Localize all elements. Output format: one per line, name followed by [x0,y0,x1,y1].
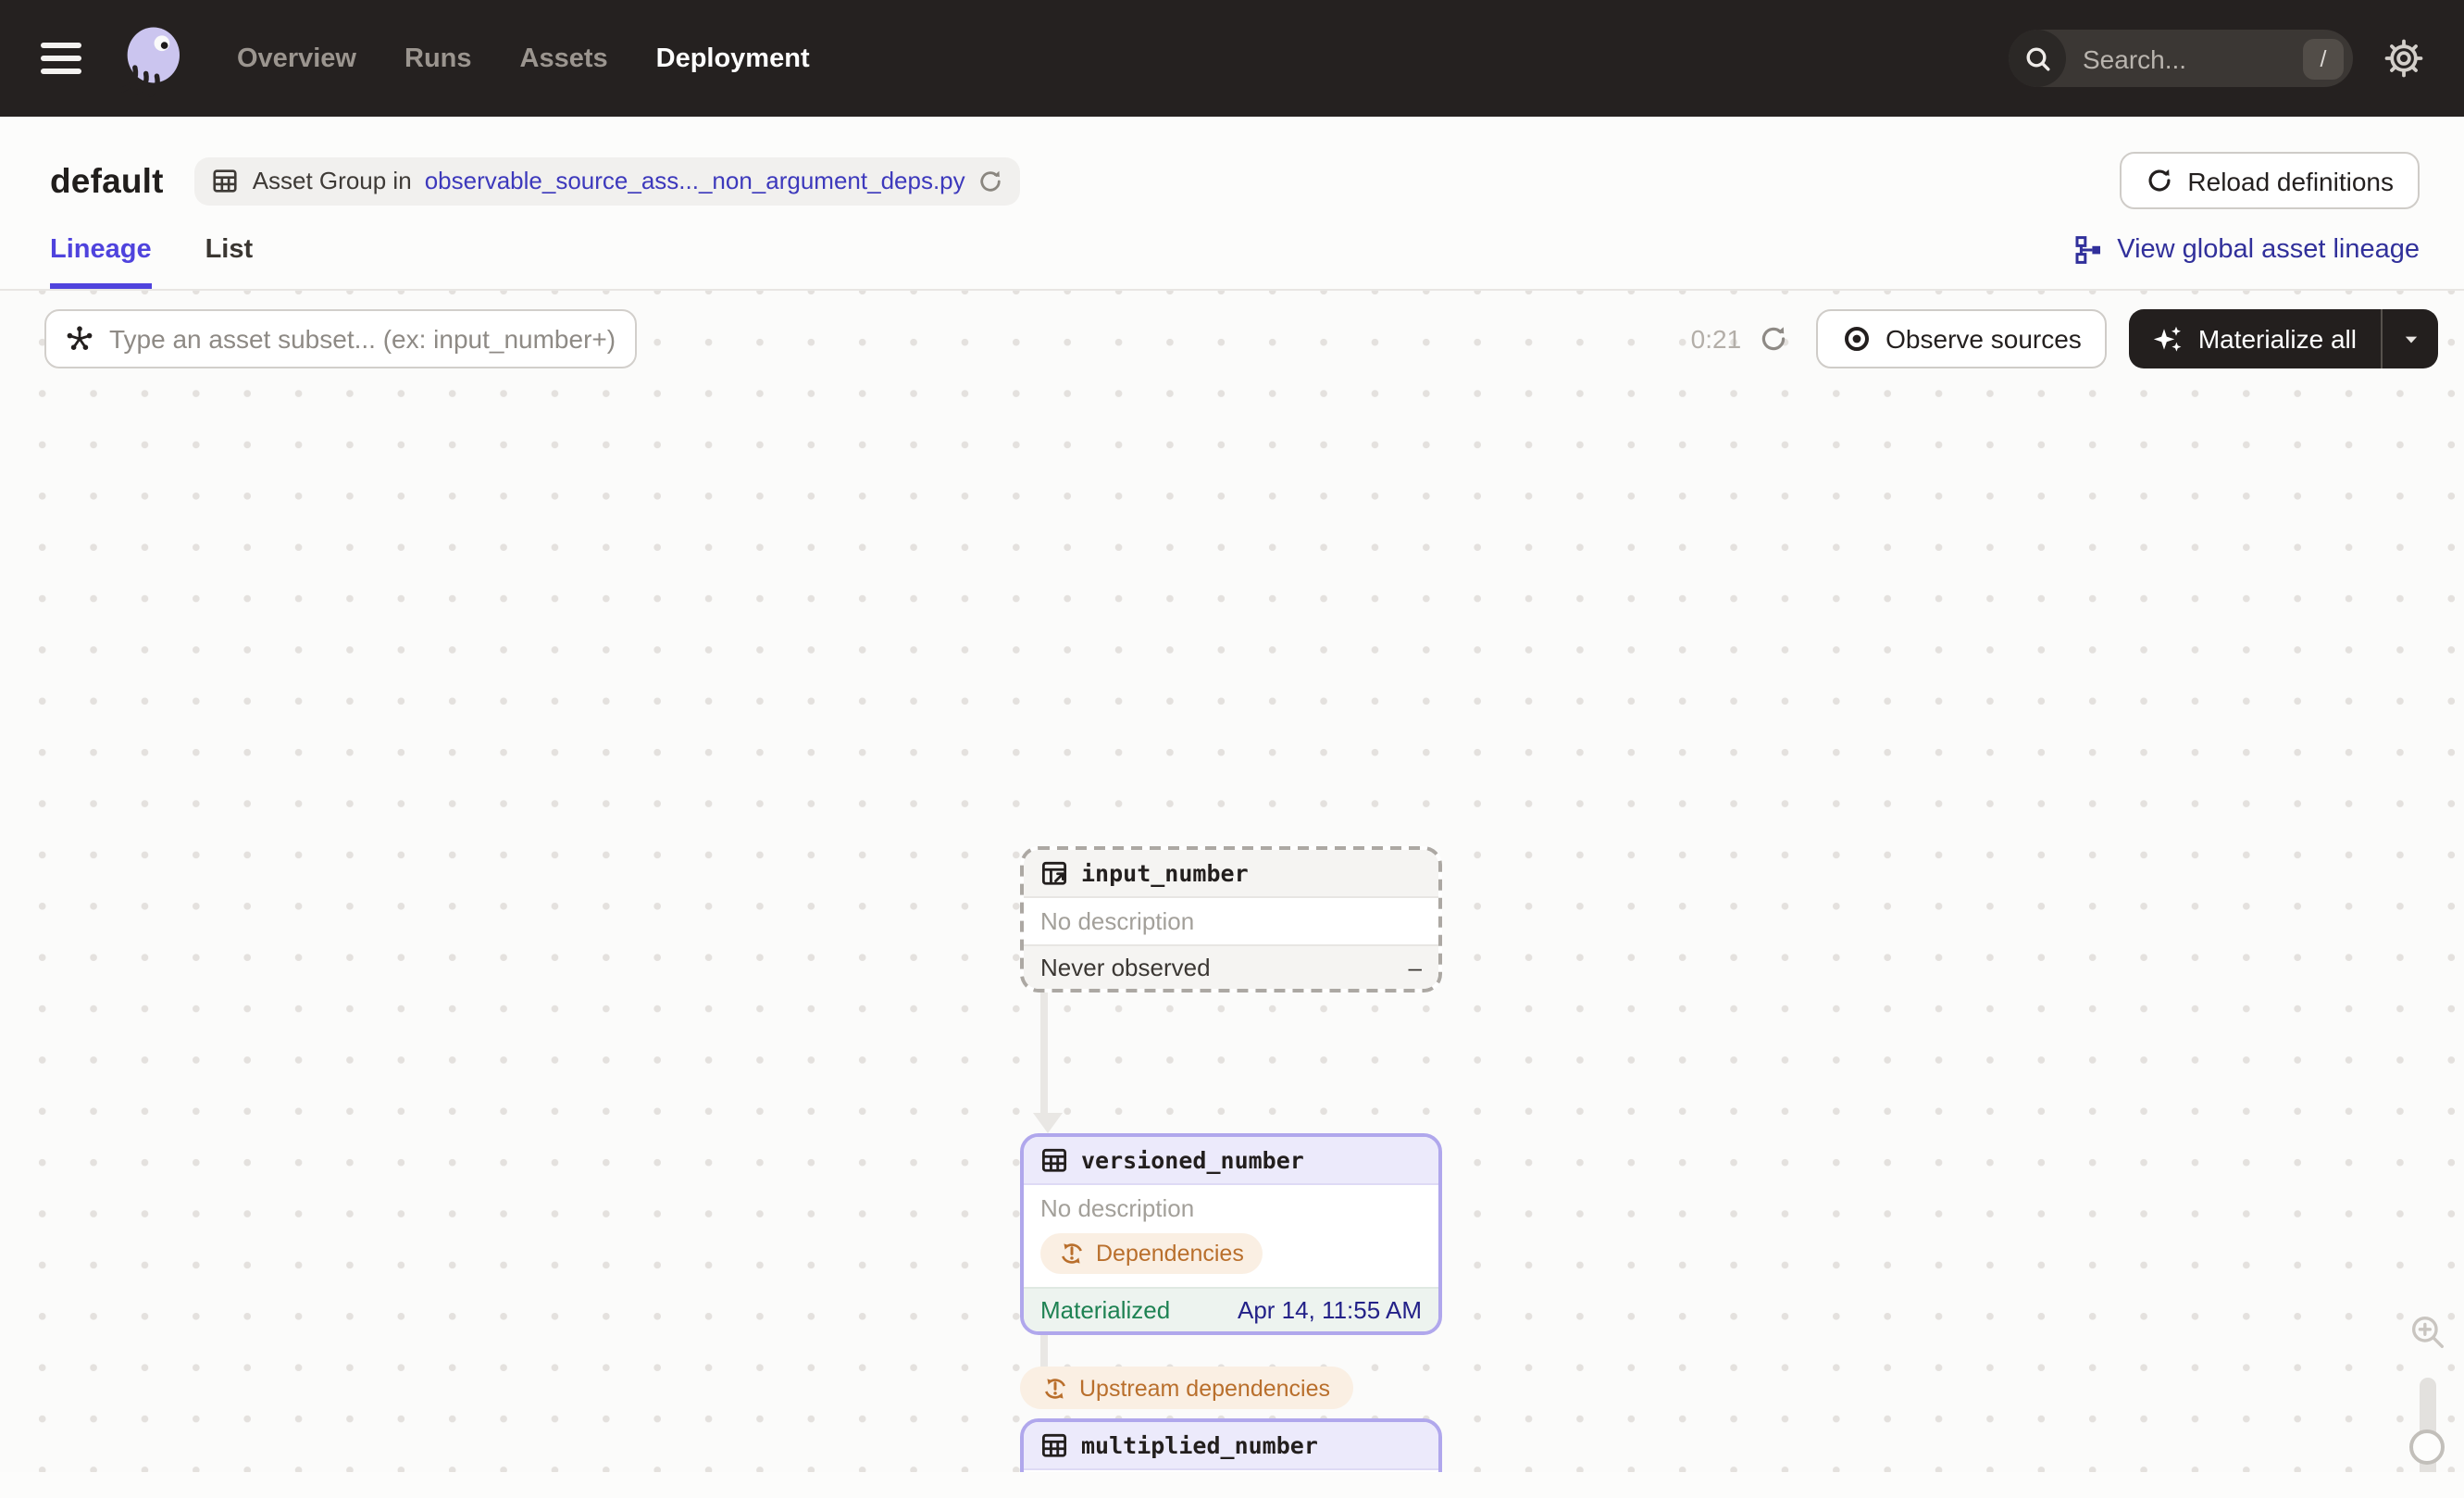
asset-filter-icon [67,326,93,350]
changed-dependencies-icon [1061,1243,1083,1264]
sparkle-icon [2154,326,2183,352]
asset-group-icon [214,169,238,193]
materialize-options-dropdown[interactable] [2383,309,2438,368]
asset-group-badge: Asset Group in observable_source_ass..._… [194,156,1021,205]
graph-toolbar: 0:21 Observe sources [44,309,2438,368]
gear-icon[interactable] [2384,39,2423,78]
view-global-asset-lineage-link[interactable]: View global asset lineage [2072,235,2420,289]
asset-node-multiplied-number[interactable]: multiplied_number No description Materia… [1020,1418,1442,1472]
zoom-in-icon[interactable] [2408,1313,2446,1352]
upstream-dependencies-badge[interactable]: Upstream dependencies [1020,1367,1352,1409]
refresh-timer: 0:21 [1691,324,1788,354]
search-icon [2009,30,2066,87]
edge-input-to-versioned [1040,981,1048,1115]
materialize-all-button[interactable]: Materialize all [2130,309,2381,368]
edge-arrowhead [1033,1113,1063,1133]
tab-lineage[interactable]: Lineage [50,235,152,289]
asset-node-versioned-number[interactable]: versioned_number No description Dependen… [1020,1133,1442,1335]
dagster-logo[interactable] [115,19,189,97]
asset-subset-input[interactable] [109,324,635,354]
asset-group-file-link[interactable]: observable_source_ass..._non_argument_de… [425,167,965,194]
asset-status-value: – [1408,954,1422,981]
table-icon [1041,1433,1067,1457]
slash-shortcut-key: / [2303,38,2344,79]
nav-link-overview[interactable]: Overview [237,44,356,73]
asset-name: versioned_number [1081,1146,1304,1174]
dagster-app: Overview Runs Assets Deployment / [0,0,2464,1498]
asset-description: No description [1024,1470,1438,1472]
lineage-canvas[interactable]: 0:21 Observe sources [0,289,2464,1472]
asset-name: input_number [1081,859,1249,887]
lineage-graph-icon [2074,236,2100,264]
asset-status-label: Never observed [1040,954,1211,981]
changed-dependencies-icon [1044,1378,1066,1398]
reload-icon [2147,169,2170,192]
asset-group-badge-prefix: Asset Group in [252,167,412,194]
tab-bar: Lineage List View global asset lineage [0,235,2464,289]
page-header: default Asset Group in observable_source… [0,117,2464,289]
refresh-icon[interactable] [978,168,1004,193]
reload-definitions-button[interactable]: Reload definitions [2119,152,2420,209]
asset-node-input-number[interactable]: input_number No description Never observ… [1020,846,1442,992]
materialize-all-split-button: Materialize all [2129,309,2438,368]
nav-link-assets[interactable]: Assets [520,44,608,73]
asset-status-label: Materialized [1040,1296,1171,1324]
zoom-slider[interactable] [2409,1378,2445,1472]
hamburger-menu-icon[interactable] [41,43,81,74]
refresh-countdown: 0:21 [1690,324,1742,354]
refresh-icon[interactable] [1758,324,1787,354]
zoom-slider-handle[interactable] [2409,1429,2445,1465]
changed-dependencies-tag[interactable]: Dependencies [1040,1233,1263,1274]
search-input[interactable] [2066,44,2303,73]
nav-link-deployment[interactable]: Deployment [656,44,810,73]
eye-icon [1844,327,1869,351]
page-title: default [50,160,164,199]
table-icon [1041,1148,1067,1172]
global-search[interactable]: / [2009,30,2353,87]
observe-sources-button[interactable]: Observe sources [1815,309,2108,368]
nav-link-runs[interactable]: Runs [404,44,472,73]
tab-list[interactable]: List [205,235,254,289]
primary-nav-links: Overview Runs Assets Deployment [237,44,810,73]
asset-status-timestamp[interactable]: Apr 14, 11:55 AM [1238,1296,1422,1324]
asset-description: No description [1040,907,1195,935]
asset-name: multiplied_number [1081,1431,1318,1459]
observable-table-icon [1041,861,1067,885]
caret-down-icon [2404,335,2417,343]
asset-subset-filter[interactable] [44,309,637,368]
asset-description: No description [1040,1194,1195,1222]
top-nav-bar: Overview Runs Assets Deployment / [0,0,2464,117]
zoom-controls [2403,1313,2451,1472]
